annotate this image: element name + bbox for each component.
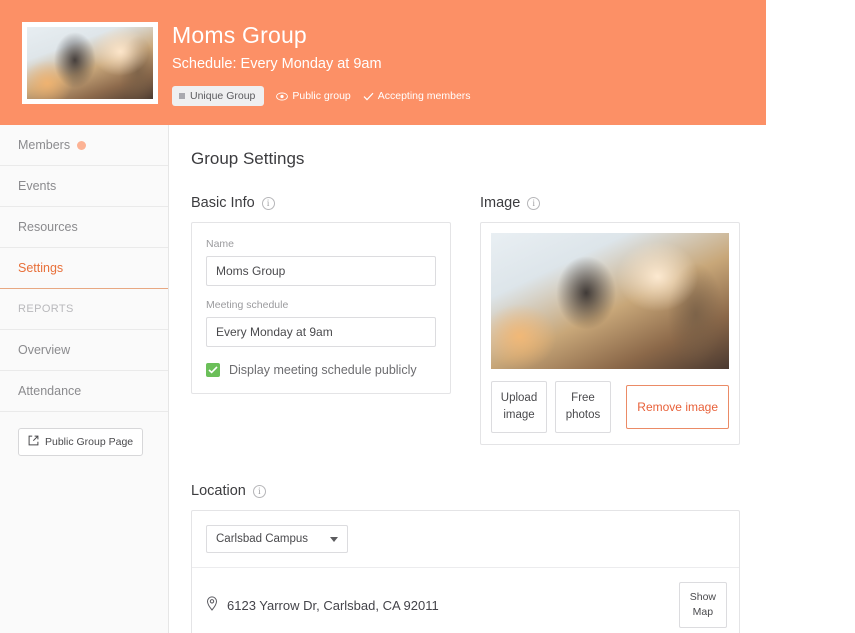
basic-info-heading-label: Basic Info [191, 195, 255, 211]
image-heading: Image i [480, 195, 740, 211]
square-icon [179, 93, 185, 99]
header-text-block: Moms Group Schedule: Every Monday at 9am… [172, 20, 471, 106]
members-notification-badge [77, 140, 87, 150]
upload-image-label-line1: Upload [500, 392, 538, 404]
show-map-label-line1: Show [689, 591, 716, 603]
image-card: Upload image Free photos Remove image [480, 222, 740, 445]
sidebar-item-overview[interactable]: Overview [0, 330, 168, 371]
status-badge-label: Unique Group [190, 90, 256, 102]
display-schedule-checkbox[interactable] [206, 363, 220, 377]
show-map-label-line2: Map [692, 606, 714, 618]
page-title: Moms Group [172, 22, 307, 48]
visibility-label: Public group [292, 90, 351, 102]
sidebar-item-attendance[interactable]: Attendance [0, 371, 168, 412]
sidebar-item-resources[interactable]: Resources [0, 207, 168, 248]
location-card: Carlsbad Campus 6123 Yarrow Dr, Carlsbad… [191, 510, 740, 633]
basic-info-heading: Basic Info i [191, 195, 451, 211]
visibility-indicator: Public group [276, 90, 351, 102]
display-schedule-checkbox-row[interactable]: Display meeting schedule publicly [206, 363, 436, 377]
sidebar-item-settings[interactable]: Settings [0, 248, 168, 289]
location-heading-label: Location [191, 483, 246, 499]
group-hero-photo-image [27, 27, 153, 99]
name-input[interactable] [206, 256, 436, 286]
campus-select[interactable]: Carlsbad Campus [206, 525, 348, 553]
main-content: Group Settings Basic Info i Name Meeting… [169, 125, 766, 633]
group-header: Moms Group Schedule: Every Monday at 9am… [0, 0, 766, 125]
sidebar-section-reports: REPORTS [0, 289, 168, 330]
settings-columns: Basic Info i Name Meeting schedule [191, 195, 740, 445]
sidebar-item-label: Events [18, 179, 57, 193]
address-text: 6123 Yarrow Dr, Carlsbad, CA 92011 [227, 597, 439, 613]
image-heading-label: Image [480, 195, 521, 211]
meeting-schedule-input[interactable] [206, 317, 436, 347]
map-pin-icon [206, 596, 218, 614]
info-icon[interactable]: i [261, 196, 275, 210]
public-group-page-label: Public Group Page [45, 436, 134, 448]
basic-info-column: Basic Info i Name Meeting schedule [191, 195, 451, 445]
location-section: Location i Carlsbad Campus 6123 Yarrow D [191, 483, 740, 633]
show-map-button[interactable]: Show Map [678, 582, 727, 628]
address-row: 6123 Yarrow Dr, Carlsbad, CA 92011 Show … [192, 568, 739, 633]
sidebar-item-label: Members [18, 138, 71, 152]
accepting-label: Accepting members [377, 90, 471, 102]
app-root: Moms Group Schedule: Every Monday at 9am… [0, 0, 855, 633]
sidebar: Members Events Resources Settings REPORT… [0, 125, 169, 633]
image-column: Image i Upload image Free photos Remove … [480, 195, 740, 445]
campus-select-row: Carlsbad Campus [192, 511, 739, 568]
group-image-preview [491, 233, 729, 369]
info-icon[interactable]: i [527, 196, 541, 210]
sidebar-item-label: Resources [18, 220, 78, 234]
location-heading: Location i [191, 483, 740, 499]
free-photos-button[interactable]: Free photos [555, 381, 611, 433]
group-hero-photo [22, 22, 158, 104]
external-link-icon [28, 435, 39, 449]
eye-icon [276, 91, 289, 101]
public-group-page-button[interactable]: Public Group Page [18, 428, 144, 456]
campus-select-value: Carlsbad Campus [216, 533, 309, 545]
address-block: 6123 Yarrow Dr, Carlsbad, CA 92011 [206, 596, 439, 614]
name-label: Name [206, 238, 235, 250]
sidebar-item-label: Overview [18, 343, 71, 357]
chevron-down-icon [330, 537, 338, 542]
status-badge: Unique Group [172, 86, 265, 106]
upload-image-label-line2: image [503, 409, 535, 421]
remove-image-button[interactable]: Remove image [626, 385, 729, 429]
sidebar-button-area: Public Group Page [0, 412, 168, 456]
basic-info-card: Name Meeting schedule Display meeting sc… [191, 222, 451, 394]
free-photos-label-line2: photos [565, 409, 601, 421]
sidebar-item-label: Settings [18, 261, 64, 275]
content-title: Group Settings [191, 149, 305, 168]
upload-image-button[interactable]: Upload image [491, 381, 547, 433]
info-icon[interactable]: i [252, 484, 266, 498]
meeting-schedule-label: Meeting schedule [206, 299, 289, 311]
sidebar-item-events[interactable]: Events [0, 166, 168, 207]
group-meta-row: Unique Group Public group Accepting memb… [172, 86, 471, 106]
sidebar-item-label: Attendance [18, 384, 82, 398]
group-schedule: Schedule: Every Monday at 9am [172, 56, 382, 72]
display-schedule-label: Display meeting schedule publicly [229, 363, 417, 377]
free-photos-label-line1: Free [571, 392, 595, 404]
check-icon [363, 92, 374, 101]
sidebar-item-members[interactable]: Members [0, 125, 168, 166]
accepting-indicator: Accepting members [363, 90, 471, 102]
image-action-buttons: Upload image Free photos Remove image [481, 369, 739, 444]
